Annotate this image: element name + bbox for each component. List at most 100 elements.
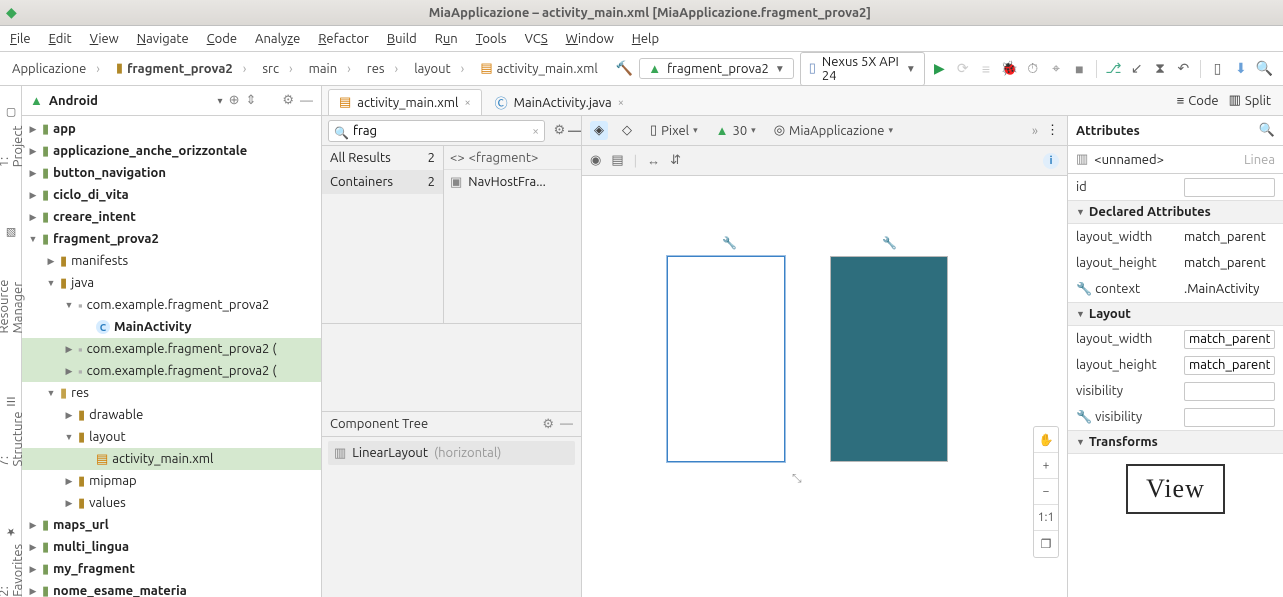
more-icon[interactable]: » xyxy=(1032,124,1038,138)
palette-item-fragment[interactable]: <> <fragment> xyxy=(444,146,581,170)
search-icon[interactable]: 🔍 xyxy=(1255,59,1272,79)
api-level-button[interactable]: ▲ 30 ▾ xyxy=(712,121,760,140)
crumb-root[interactable]: Applicazione xyxy=(4,58,108,80)
menu-tools[interactable]: Tools xyxy=(476,32,507,46)
attr-l-width-input[interactable] xyxy=(1184,330,1275,349)
menu-vcs[interactable]: VCS xyxy=(525,32,548,46)
tab-mainactivity[interactable]: Ⓒ MainActivity.java × xyxy=(484,89,635,115)
zoom-fit-button[interactable]: 1:1 xyxy=(1034,505,1058,531)
tree-node[interactable]: ▶▮creare_intent xyxy=(22,206,321,228)
palette-category-containers[interactable]: Containers2 xyxy=(322,170,443,194)
tree-node[interactable]: ▶▪com.example.fragment_prova2 ( xyxy=(22,360,321,382)
build-hammer-icon[interactable]: 🔨 xyxy=(616,59,633,79)
menu-code[interactable]: Code xyxy=(207,32,237,46)
overflow-icon[interactable]: ⋮ xyxy=(1046,123,1059,138)
menu-file[interactable]: File xyxy=(10,32,31,46)
device-selector[interactable]: ▯ Nexus 5X API 24 ▼ xyxy=(800,52,925,86)
tree-node[interactable]: ▶▮nome_esame_materia xyxy=(22,580,321,597)
revert-icon[interactable]: ↶ xyxy=(1175,59,1192,79)
tree-node[interactable]: ▶▮multi_lingua xyxy=(22,536,321,558)
history-icon[interactable]: ⧗ xyxy=(1151,59,1168,79)
attr-id-input[interactable] xyxy=(1184,178,1275,197)
attr-tools-visibility-input[interactable] xyxy=(1184,408,1275,427)
tree-node[interactable]: ▶▮app xyxy=(22,118,321,140)
resize-handle-icon[interactable]: ⤡ xyxy=(792,472,802,486)
stop-button[interactable]: ■ xyxy=(1071,59,1088,79)
zoom-in-button[interactable]: + xyxy=(1034,453,1058,479)
menu-navigate[interactable]: Navigate xyxy=(137,32,189,46)
section-declared[interactable]: ▼Declared Attributes xyxy=(1068,200,1283,224)
tab-activity-main[interactable]: ▤ activity_main.xml × xyxy=(328,89,482,115)
hide-icon[interactable]: — xyxy=(568,124,581,138)
tree-node[interactable]: ▶▮applicazione_anche_orizzontale xyxy=(22,140,321,162)
menu-refactor[interactable]: Refactor xyxy=(318,32,369,46)
orientation-button[interactable]: ◇ xyxy=(618,121,636,140)
attr-visibility-input[interactable] xyxy=(1184,382,1275,401)
device-type-button[interactable]: ▯ Pixel ▾ xyxy=(646,121,702,140)
tree-node[interactable]: ▶▮maps_url xyxy=(22,514,321,536)
tree-node[interactable]: ▶▪com.example.fragment_prova2 ( xyxy=(22,338,321,360)
run-config-selector[interactable]: ▲ fragment_prova2 ▼ xyxy=(639,58,794,79)
pan-button[interactable]: ✋ xyxy=(1034,427,1058,453)
menu-run[interactable]: Run xyxy=(435,32,458,46)
project-view-selector[interactable]: Android xyxy=(49,94,212,108)
design-preview-light[interactable] xyxy=(667,256,785,462)
close-icon[interactable]: × xyxy=(618,97,624,109)
apply-changes-icon[interactable]: ⟳ xyxy=(954,59,971,79)
tree-node[interactable]: ▶▮button_navigation xyxy=(22,162,321,184)
tab-project[interactable]: 1: Project ▢ xyxy=(0,106,25,167)
profile-button[interactable]: ⏱ xyxy=(1024,59,1041,79)
gear-icon[interactable]: ⚙ xyxy=(551,123,568,138)
close-icon[interactable]: × xyxy=(464,97,470,109)
component-tree-root[interactable]: ▥ LinearLayout (horizontal) xyxy=(328,441,575,465)
attr-layout-height[interactable]: match_parent xyxy=(1184,256,1275,270)
tab-resource-manager[interactable]: Resource Manager ▧ xyxy=(0,227,25,334)
zoom-expand-button[interactable]: ❐ xyxy=(1034,531,1058,557)
tree-node[interactable]: ▶▮my_fragment xyxy=(22,558,321,580)
theme-app-button[interactable]: ◎ MiaApplicazione ▾ xyxy=(770,121,897,140)
tree-node[interactable]: ▼▪com.example.fragment_prova2 xyxy=(22,294,321,316)
section-transforms[interactable]: ▼Transforms xyxy=(1068,430,1283,454)
menu-analyze[interactable]: Analyze xyxy=(255,32,300,46)
hide-icon[interactable]: — xyxy=(560,417,573,431)
tree-node[interactable]: ▶▮mipmap xyxy=(22,470,321,492)
attach-icon[interactable]: ⌖ xyxy=(1047,59,1064,79)
menu-edit[interactable]: Edit xyxy=(49,32,72,46)
menu-window[interactable]: Window xyxy=(566,32,614,46)
component-tree[interactable]: ▥ LinearLayout (horizontal) xyxy=(322,437,581,597)
palette-category-all[interactable]: All Results2 xyxy=(322,146,443,170)
tree-node[interactable]: ▶▮values xyxy=(22,492,321,514)
crumb-res[interactable]: res xyxy=(359,58,406,80)
tab-favorites[interactable]: 2: Favorites ★ xyxy=(0,526,25,597)
viewport-icon[interactable]: ▤ xyxy=(611,153,623,168)
crumb-layout[interactable]: layout xyxy=(406,58,472,80)
crumb-module[interactable]: ▮fragment_prova2 xyxy=(108,58,254,80)
sdk-icon[interactable]: ⬇ xyxy=(1232,59,1249,79)
design-mode-button[interactable]: ◈ xyxy=(590,121,608,140)
crumb-main[interactable]: main xyxy=(301,58,359,80)
avd-icon[interactable]: ▯ xyxy=(1209,59,1226,79)
tree-node[interactable]: ▶▮manifests xyxy=(22,250,321,272)
tree-node[interactable]: ▤activity_main.xml xyxy=(22,448,321,470)
hide-icon[interactable]: — xyxy=(300,94,313,108)
vcs-icon[interactable]: ⎇ xyxy=(1105,59,1122,79)
gear-icon[interactable]: ⚙ xyxy=(542,417,554,432)
attr-l-height-input[interactable] xyxy=(1184,356,1275,375)
tree-node[interactable]: ▶▮drawable xyxy=(22,404,321,426)
tree-node[interactable]: ▶▮ciclo_di_vita xyxy=(22,184,321,206)
run-button[interactable]: ▶ xyxy=(931,59,948,79)
clear-icon[interactable]: × xyxy=(532,125,539,138)
attr-context[interactable]: .MainActivity xyxy=(1184,282,1275,296)
eye-icon[interactable]: ◉ xyxy=(590,153,601,168)
align-icon[interactable]: ⇵ xyxy=(670,153,681,168)
palette-search-input[interactable] xyxy=(328,120,545,142)
tree-node[interactable]: ▼▮layout xyxy=(22,426,321,448)
crumb-src[interactable]: src xyxy=(254,58,300,80)
view-code-button[interactable]: ≡ Code xyxy=(1177,93,1219,108)
tree-node[interactable]: ▼▮fragment_prova2 xyxy=(22,228,321,250)
gear-icon[interactable]: ⚙ xyxy=(282,93,294,108)
menu-help[interactable]: Help xyxy=(632,32,659,46)
project-tree[interactable]: ▶▮app▶▮applicazione_anche_orizzontale▶▮b… xyxy=(22,116,321,597)
apply-code-icon[interactable]: ≡ xyxy=(977,59,994,79)
locate-icon[interactable]: ⊕ xyxy=(229,93,240,108)
